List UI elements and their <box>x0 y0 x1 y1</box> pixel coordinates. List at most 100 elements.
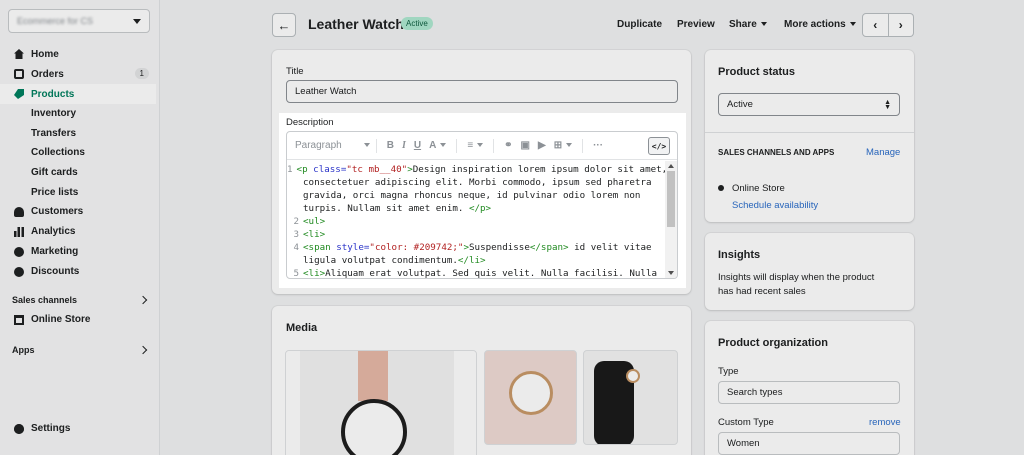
sidebar-item-label: Online Store <box>31 314 91 326</box>
type-label: Type <box>718 366 739 377</box>
code-token: turpis. Nullam sit amet enim. <box>303 203 469 214</box>
underline-icon[interactable]: U <box>414 140 421 151</box>
description-field: Description Paragraph B I U A ≡ ⚭ ▣ ▶ ⊞ … <box>279 113 686 288</box>
sidebar-item-analytics[interactable]: Analytics <box>0 222 160 242</box>
sidebar-subitem-inventory[interactable]: Inventory <box>0 104 160 124</box>
code-line: 2 <ul> <box>287 215 665 228</box>
html-code-area[interactable]: 1 <p class= "tc mb__40" > Design inspiration… <box>287 161 668 279</box>
custom-type-label: Custom Type <box>718 417 774 428</box>
previous-product-button[interactable]: ‹ <box>862 13 889 37</box>
line-number: 5 <box>293 268 299 279</box>
code-line: ligula volutpat condimentum. </li> <box>287 254 665 267</box>
duplicate-button[interactable]: Duplicate <box>617 19 662 30</box>
code-token: Design inspiration lorem ipsum dolor sit… <box>412 164 668 175</box>
media-image-main[interactable] <box>285 350 477 455</box>
code-token: </p> <box>468 203 492 214</box>
online-store-channel: Online Store <box>732 183 785 194</box>
sidebar-subitem-collections[interactable]: Collections <box>0 143 160 163</box>
sidebar-item-label: Products <box>31 88 75 100</box>
sidebar-item-products[interactable]: Products <box>0 84 156 104</box>
chevron-down-icon <box>133 18 141 24</box>
sidebar-subitem-gift-cards[interactable]: Gift cards <box>0 163 160 183</box>
link-icon[interactable]: ⚭ <box>504 140 512 151</box>
video-icon[interactable]: ▶ <box>538 140 546 151</box>
chevron-right-icon <box>138 345 148 355</box>
title-input[interactable]: Leather Watch <box>286 80 678 103</box>
code-token: <ul> <box>303 216 326 227</box>
type-search-input[interactable]: Search types <box>718 381 900 404</box>
store-selector[interactable]: Ecommerce for CS <box>8 9 150 33</box>
apps-label: Apps <box>12 344 35 355</box>
apps-header[interactable]: Apps <box>0 340 160 360</box>
show-html-button[interactable]: </> <box>648 137 670 155</box>
orders-icon <box>14 69 24 79</box>
back-button[interactable]: ← <box>272 13 296 37</box>
watch-face-image <box>509 371 553 415</box>
paragraph-format-select[interactable]: Paragraph <box>295 140 370 151</box>
sidebar-item-label: Discounts <box>31 266 80 278</box>
sidebar-item-settings[interactable]: Settings <box>14 423 70 434</box>
share-button[interactable]: Share <box>729 19 767 30</box>
table-icon[interactable]: ⊞ <box>554 140 573 151</box>
divider <box>705 132 914 133</box>
media-card: Media <box>272 306 691 455</box>
media-image-3[interactable] <box>583 350 678 445</box>
editor-scrollbar[interactable] <box>665 161 677 278</box>
scrollbar-thumb[interactable] <box>667 171 675 227</box>
toolbar-divider <box>456 138 458 153</box>
share-label: Share <box>729 19 757 30</box>
sidebar-item-discounts[interactable]: Discounts <box>0 262 160 282</box>
code-token: "color: #209742;" <box>369 242 464 253</box>
channel-status-dot <box>718 185 724 191</box>
code-icon: </> <box>651 141 667 151</box>
sidebar-item-customers[interactable]: Customers <box>0 202 160 222</box>
preview-button[interactable]: Preview <box>677 19 715 30</box>
sales-channels-heading: SALES CHANNELS AND APPS <box>718 148 835 157</box>
sidebar-item-label: Customers <box>31 206 84 218</box>
sidebar-item-online-store[interactable]: Online Store <box>0 310 160 330</box>
status-select-value: Active <box>727 99 753 110</box>
more-options-icon[interactable]: ··· <box>593 140 603 151</box>
product-status-card: Product status Active ▲ ▼ SALES CHANNELS A… <box>705 50 914 222</box>
code-token: class= <box>313 164 347 175</box>
scroll-up-arrow-icon[interactable] <box>668 164 674 168</box>
product-status-title: Product status <box>718 66 796 78</box>
caret-down-icon <box>760 22 767 26</box>
orders-count-badge: 1 <box>134 68 149 79</box>
toolbar-divider <box>582 138 584 153</box>
manage-link[interactable]: Manage <box>866 147 900 158</box>
title-label: Title <box>286 66 304 77</box>
line-number <box>287 202 303 215</box>
media-image-2[interactable] <box>484 350 577 445</box>
remove-custom-type-link[interactable]: remove <box>869 417 901 428</box>
gear-icon <box>14 423 24 434</box>
sidebar-subitem-price-lists[interactable]: Price lists <box>0 182 160 202</box>
code-token: Suspendisse <box>469 242 530 253</box>
align-icon[interactable]: ≡ <box>467 140 484 151</box>
target-icon <box>14 246 24 257</box>
more-actions-label: More actions <box>784 19 846 30</box>
custom-type-input[interactable]: Women <box>718 432 900 455</box>
more-actions-button[interactable]: More actions <box>784 19 856 30</box>
bold-icon[interactable]: B <box>387 140 394 151</box>
sidebar-item-label: Orders <box>31 68 64 80</box>
text-color-icon[interactable]: A <box>429 140 447 151</box>
sidebar-item-marketing[interactable]: Marketing <box>0 242 160 262</box>
chevron-left-icon: ‹ <box>873 18 878 32</box>
sidebar-subitem-transfers[interactable]: Transfers <box>0 124 160 144</box>
code-line: 5 <li> Aliquam erat volutpat. Sed quis vel… <box>287 267 665 279</box>
scroll-down-arrow-icon[interactable] <box>668 271 674 275</box>
sidebar-item-home[interactable]: Home <box>0 44 160 64</box>
image-icon[interactable]: ▣ <box>521 140 530 151</box>
sidebar-item-orders[interactable]: Orders 1 <box>0 64 160 84</box>
sidebar-item-label: Settings <box>31 423 71 434</box>
italic-icon[interactable]: I <box>402 140 406 151</box>
status-select[interactable]: Active ▲ ▼ <box>718 93 900 116</box>
sales-channels-header[interactable]: Sales channels <box>0 290 160 310</box>
editor-toolbar: Paragraph B I U A ≡ ⚭ ▣ ▶ ⊞ ··· </> <box>287 132 677 160</box>
code-token: </li> <box>457 255 486 266</box>
schedule-availability-link[interactable]: Schedule availability <box>732 200 818 211</box>
next-product-button[interactable]: › <box>888 13 914 37</box>
sales-channels-label: Sales channels <box>12 294 78 305</box>
line-number: 2 <box>293 216 299 227</box>
